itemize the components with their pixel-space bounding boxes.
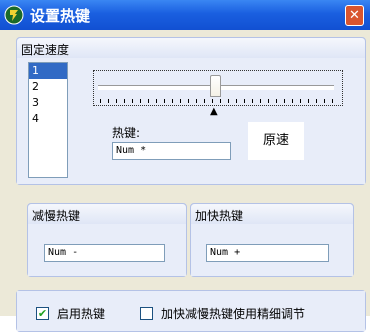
- speed-label: 原速: [262, 133, 289, 148]
- list-item[interactable]: 4: [29, 111, 67, 127]
- list-item[interactable]: 1: [29, 63, 67, 79]
- fixed-speed-group: 固定速度: [16, 37, 366, 185]
- slider-tick: [228, 99, 229, 103]
- slider-tick: [140, 99, 141, 103]
- slider-tick: [276, 99, 277, 103]
- slider-tick: [308, 99, 309, 103]
- close-icon: ✕: [349, 8, 360, 23]
- speed-slider[interactable]: [93, 70, 343, 106]
- fine-tune-label: 加快减慢热键使用精细调节: [161, 307, 306, 321]
- slider-tick: [292, 99, 293, 103]
- slider-tick: [220, 99, 221, 103]
- app-logo-icon: [4, 5, 24, 25]
- hotkey-label: 热键:: [112, 126, 141, 140]
- slow-hotkey-field[interactable]: Num -: [44, 244, 165, 262]
- slider-tick: [156, 99, 157, 103]
- fast-hotkey-group: 加快热键: [190, 203, 354, 277]
- fixed-speed-title: 固定速度: [21, 43, 70, 57]
- slider-tick: [300, 99, 301, 103]
- slider-tick: [252, 99, 253, 103]
- slider-tick: [332, 99, 333, 103]
- slow-hotkey-group: 减慢热键: [27, 203, 187, 277]
- slider-tick: [124, 99, 125, 103]
- slider-tick: [268, 99, 269, 103]
- slider-tick: [100, 99, 101, 103]
- slider-tick: [316, 99, 317, 103]
- fast-hotkey-field[interactable]: Num +: [206, 244, 329, 262]
- title-bar: 设置热键 ✕: [0, 0, 370, 30]
- window-title: 设置热键: [30, 7, 91, 25]
- slider-tick: [180, 99, 181, 103]
- slider-tick: [116, 99, 117, 103]
- hotkey-field[interactable]: Num *: [112, 142, 231, 160]
- slider-tick: [108, 99, 109, 103]
- slow-hotkey-header: 减慢热键: [28, 204, 186, 224]
- fine-tune-checkbox[interactable]: 加快减慢热键使用精细调节: [140, 305, 305, 322]
- fast-hotkey-header: 加快热键: [191, 204, 353, 224]
- slider-thumb[interactable]: [210, 75, 221, 97]
- slider-tick: [132, 99, 133, 103]
- slider-tick: [244, 99, 245, 103]
- checkmark-icon: ✔: [36, 307, 49, 320]
- enable-hotkey-checkbox[interactable]: ✔ 启用热键: [36, 305, 105, 322]
- close-button[interactable]: ✕: [345, 5, 364, 26]
- slow-hotkey-title: 减慢热键: [32, 209, 81, 223]
- speed-preset-list[interactable]: 1 2 3 4: [28, 62, 68, 178]
- slider-tick: [164, 99, 165, 103]
- pointer-triangle-icon: ▲: [210, 106, 218, 117]
- slider-tick: [284, 99, 285, 103]
- speed-display: 原速: [248, 122, 304, 160]
- checkbox-empty-icon: [140, 307, 153, 320]
- list-item[interactable]: 3: [29, 95, 67, 111]
- slider-tick: [196, 99, 197, 103]
- fixed-speed-header: 固定速度: [17, 38, 365, 58]
- list-item[interactable]: 2: [29, 79, 67, 95]
- slider-ticks: [100, 99, 333, 103]
- slider-tick: [172, 99, 173, 103]
- slider-tick: [260, 99, 261, 103]
- slider-tick: [204, 99, 205, 103]
- fast-hotkey-title: 加快热键: [195, 209, 244, 223]
- slider-tick: [212, 99, 213, 103]
- slider-tick: [188, 99, 189, 103]
- enable-hotkey-label: 启用热键: [57, 307, 106, 321]
- slider-tick: [236, 99, 237, 103]
- slider-tick: [148, 99, 149, 103]
- slider-tick: [324, 99, 325, 103]
